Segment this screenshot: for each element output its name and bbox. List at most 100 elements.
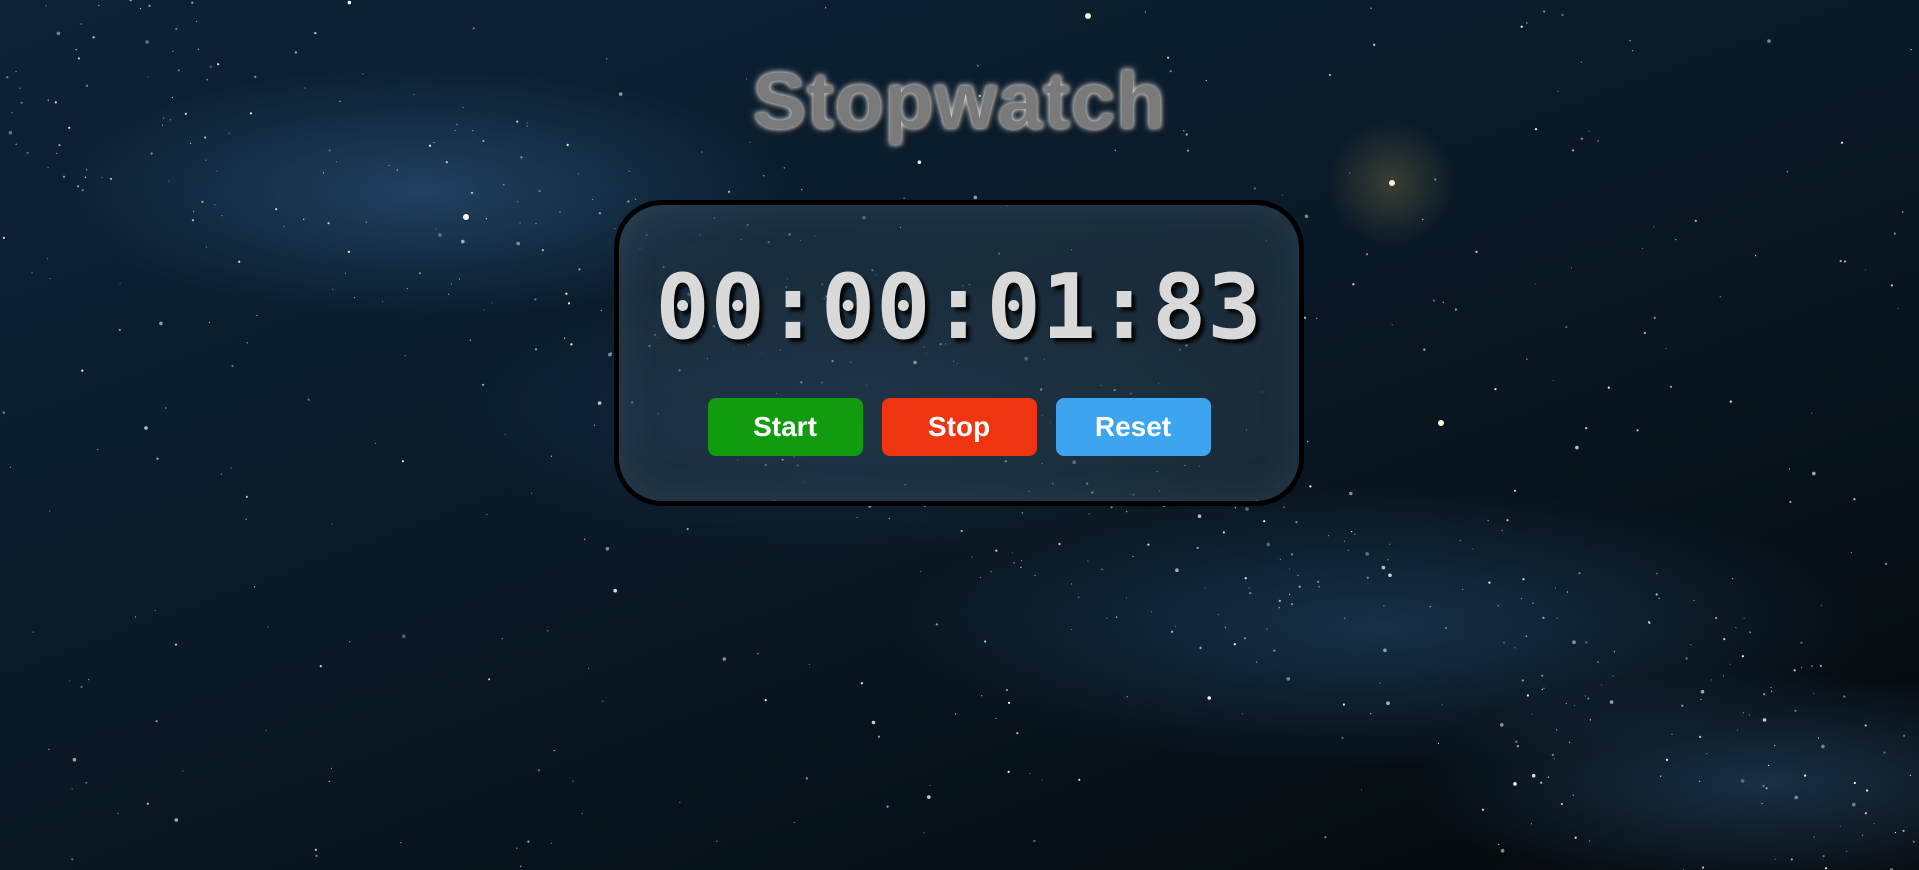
star — [88, 679, 90, 681]
star — [353, 297, 356, 299]
star — [1342, 703, 1345, 706]
star — [1774, 744, 1776, 747]
star — [1648, 621, 1650, 623]
star — [1761, 803, 1763, 805]
star — [565, 292, 568, 295]
star — [903, 197, 905, 199]
star — [1058, 542, 1061, 546]
star — [1568, 741, 1571, 743]
star — [1585, 641, 1588, 644]
star — [1513, 489, 1517, 492]
star — [1812, 471, 1816, 476]
star — [62, 175, 66, 178]
star — [1811, 412, 1813, 414]
star — [1700, 698, 1702, 701]
star — [347, 250, 350, 253]
star — [205, 159, 207, 161]
star — [1171, 630, 1174, 633]
star — [1890, 284, 1893, 287]
star — [1641, 247, 1644, 249]
star — [535, 223, 537, 225]
star — [1719, 296, 1721, 298]
star — [283, 225, 285, 227]
star — [201, 200, 204, 203]
star — [1503, 642, 1505, 644]
star — [1658, 597, 1660, 599]
star — [307, 398, 310, 401]
star — [1653, 226, 1655, 228]
star — [1839, 260, 1842, 263]
star — [1767, 39, 1771, 43]
star — [1873, 823, 1875, 825]
star — [1556, 617, 1558, 619]
star — [1248, 587, 1250, 589]
star — [1600, 684, 1602, 686]
star — [1699, 735, 1702, 739]
star — [1278, 607, 1280, 609]
star — [349, 641, 351, 643]
star — [1521, 679, 1524, 682]
star — [191, 1, 194, 4]
star — [1343, 540, 1346, 542]
star — [516, 201, 519, 203]
star — [1525, 635, 1527, 637]
star — [1207, 696, 1211, 700]
star — [1317, 580, 1320, 583]
star — [101, 176, 103, 178]
star — [1765, 787, 1768, 790]
star — [146, 802, 149, 805]
star — [1530, 823, 1532, 825]
star — [1199, 646, 1202, 650]
star — [1561, 13, 1564, 17]
star — [1596, 660, 1599, 664]
star — [245, 495, 248, 498]
star — [175, 27, 178, 30]
star — [1817, 737, 1820, 739]
star — [1762, 718, 1767, 722]
stop-button[interactable]: Stop — [881, 398, 1037, 456]
star — [547, 630, 549, 632]
star — [1071, 583, 1073, 585]
star — [1894, 831, 1897, 834]
star — [1344, 617, 1346, 619]
star — [1542, 616, 1545, 620]
star — [1681, 704, 1684, 707]
star — [1821, 744, 1825, 749]
star — [1670, 385, 1673, 388]
star — [538, 190, 541, 193]
star — [1197, 514, 1202, 518]
star — [1224, 626, 1226, 629]
star — [877, 735, 881, 738]
star — [757, 653, 759, 655]
star — [1722, 675, 1725, 677]
star — [1266, 628, 1268, 630]
star — [1587, 697, 1590, 700]
star — [1222, 531, 1225, 534]
star — [1013, 562, 1015, 564]
star — [805, 777, 809, 780]
star — [1547, 776, 1550, 778]
star — [1770, 686, 1772, 689]
star — [182, 770, 184, 772]
star — [1531, 773, 1536, 778]
star — [400, 842, 402, 844]
star — [84, 176, 86, 178]
star — [1540, 781, 1543, 784]
star — [1494, 388, 1497, 391]
bright-star — [463, 214, 469, 220]
star — [1843, 695, 1846, 698]
star — [77, 185, 80, 188]
star — [1217, 614, 1219, 616]
star — [1366, 576, 1369, 579]
reset-button[interactable]: Reset — [1055, 398, 1211, 456]
star — [267, 626, 269, 628]
star — [1295, 521, 1298, 524]
star — [920, 571, 922, 573]
star — [1347, 549, 1349, 551]
star — [1910, 49, 1912, 51]
star — [1839, 825, 1841, 828]
star — [1245, 507, 1249, 511]
star — [335, 161, 337, 163]
start-button[interactable]: Start — [707, 398, 863, 456]
star — [534, 348, 538, 351]
